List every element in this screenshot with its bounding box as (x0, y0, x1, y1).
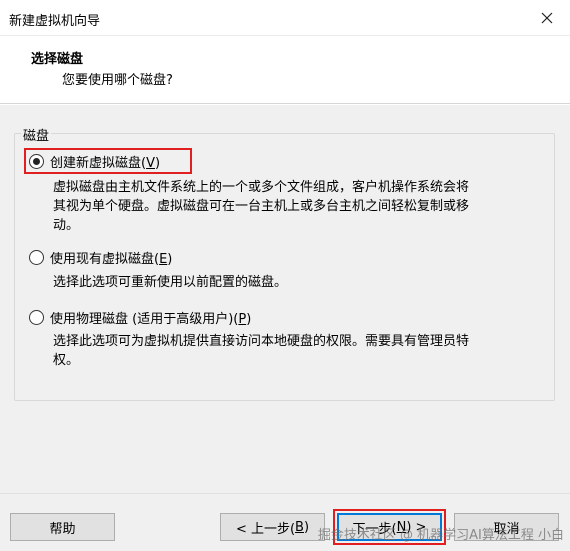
wizard-header: 选择磁盘 您要使用哪个磁盘? (0, 36, 570, 104)
help-button[interactable]: 帮助 (10, 513, 115, 541)
close-button[interactable] (524, 0, 570, 36)
option-label: 使用现有虚拟磁盘(E) (50, 251, 173, 267)
title-bar: 新建虚拟机向导 (0, 0, 570, 36)
radio-button[interactable] (29, 249, 44, 265)
wizard-body: 磁盘 创建新虚拟磁盘(V) 虚拟磁盘由主机文件系统上的一个或多个文件组成，客户机… (0, 105, 570, 551)
watermark: 掘金技术社区 @ 机器学习AI算法工程 小白 (317, 528, 564, 543)
page-subtitle: 您要使用哪个磁盘? (62, 73, 173, 88)
radio-button-checked[interactable] (29, 153, 44, 169)
option-description: 选择此选项可为虚拟机提供直接访问本地硬盘的权限。需要具有管理员特 权。 (53, 334, 470, 368)
page-title: 选择磁盘 (31, 52, 84, 67)
option-description: 虚拟磁盘由主机文件系统上的一个或多个文件组成，客户机操作系统会将 其视为单个硬盘… (53, 180, 470, 233)
radio-create-new-disk[interactable]: 创建新虚拟磁盘(V) (29, 150, 160, 172)
radio-button[interactable] (29, 309, 44, 325)
option-label: 使用物理磁盘 (适用于高级用户)(P) (50, 311, 252, 327)
radio-use-physical-disk[interactable]: 使用物理磁盘 (适用于高级用户)(P) (29, 306, 251, 328)
groupbox-label: 磁盘 (21, 125, 52, 144)
window-title: 新建虚拟机向导 (9, 14, 101, 29)
back-button[interactable]: < 上一步(B) (220, 513, 325, 541)
footer-divider (0, 493, 570, 494)
option-description: 选择此选项可重新使用以前配置的磁盘。 (53, 275, 288, 290)
close-icon (541, 12, 553, 24)
option-label: 创建新虚拟磁盘(V) (50, 155, 161, 171)
radio-use-existing-disk[interactable]: 使用现有虚拟磁盘(E) (29, 246, 172, 268)
